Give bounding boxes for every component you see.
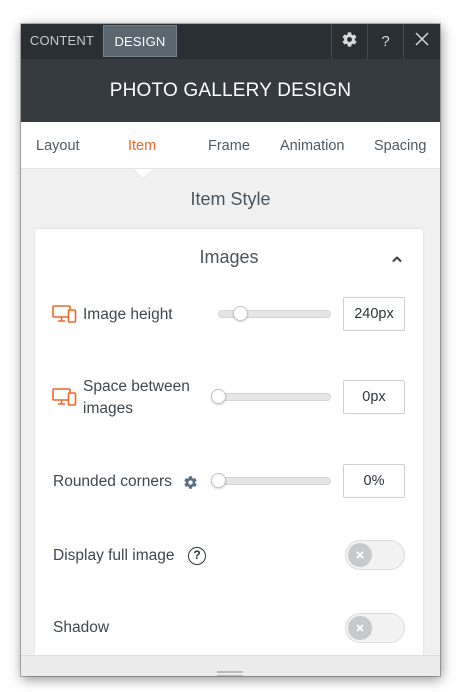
resize-grip-icon[interactable]	[217, 664, 243, 676]
chevron-up-icon[interactable]	[392, 251, 402, 262]
space-between-label-line1: Space between	[83, 378, 190, 395]
resize-footer[interactable]	[21, 655, 440, 676]
subtab-layout[interactable]: Layout	[36, 122, 80, 168]
close-icon	[414, 32, 429, 51]
help-button[interactable]: ?	[367, 24, 403, 59]
top-bar: CONTENT DESIGN ?	[21, 24, 440, 59]
image-height-label: Image height	[83, 306, 173, 323]
toggle-knob	[348, 543, 372, 567]
images-card: Images Image height 240px Space between …	[35, 229, 423, 669]
image-height-slider[interactable]	[218, 306, 331, 321]
x-icon	[356, 619, 364, 637]
design-panel: CONTENT DESIGN ? PHOTO GALLERY DESIGN La…	[21, 24, 440, 676]
card-title: Images	[199, 247, 259, 267]
desktop-mobile-icon	[52, 305, 77, 323]
subtab-spacing[interactable]: Spacing	[374, 122, 426, 168]
subtab-animation[interactable]: Animation	[280, 122, 344, 168]
gear-icon	[341, 31, 358, 53]
slider-handle[interactable]	[211, 473, 226, 488]
rounded-corners-label: Rounded corners	[53, 473, 172, 490]
desktop-mobile-icon	[52, 388, 77, 406]
toggle-knob	[348, 616, 372, 640]
close-button[interactable]	[403, 24, 439, 59]
subtab-item[interactable]: Item	[128, 122, 156, 168]
image-height-input[interactable]: 240px	[343, 297, 405, 331]
section-title: Item Style	[190, 189, 271, 209]
tab-design[interactable]: DESIGN	[103, 25, 177, 57]
rounded-corners-input[interactable]: 0%	[343, 464, 405, 498]
slider-handle[interactable]	[233, 306, 248, 321]
tab-content[interactable]: CONTENT	[21, 24, 103, 57]
subtab-frame[interactable]: Frame	[208, 122, 250, 168]
display-full-image-label: Display full image	[53, 547, 175, 564]
x-icon	[356, 546, 364, 564]
panel-title: PHOTO GALLERY DESIGN	[21, 59, 440, 122]
question-icon: ?	[381, 33, 390, 50]
space-between-input[interactable]: 0px	[343, 380, 405, 414]
display-full-image-toggle[interactable]	[345, 540, 405, 570]
shadow-label: Shadow	[53, 619, 110, 636]
gear-icon[interactable]	[183, 475, 198, 490]
question-circle-icon[interactable]: ?	[188, 547, 206, 565]
space-between-slider[interactable]	[211, 389, 331, 404]
slider-handle[interactable]	[211, 389, 226, 404]
subtab-bar: Layout Item Frame Animation Spacing	[21, 122, 440, 169]
settings-button[interactable]	[331, 24, 367, 59]
active-tab-pointer	[133, 169, 153, 178]
rounded-corners-slider[interactable]	[211, 473, 331, 488]
space-between-label-line2: images	[83, 400, 133, 417]
